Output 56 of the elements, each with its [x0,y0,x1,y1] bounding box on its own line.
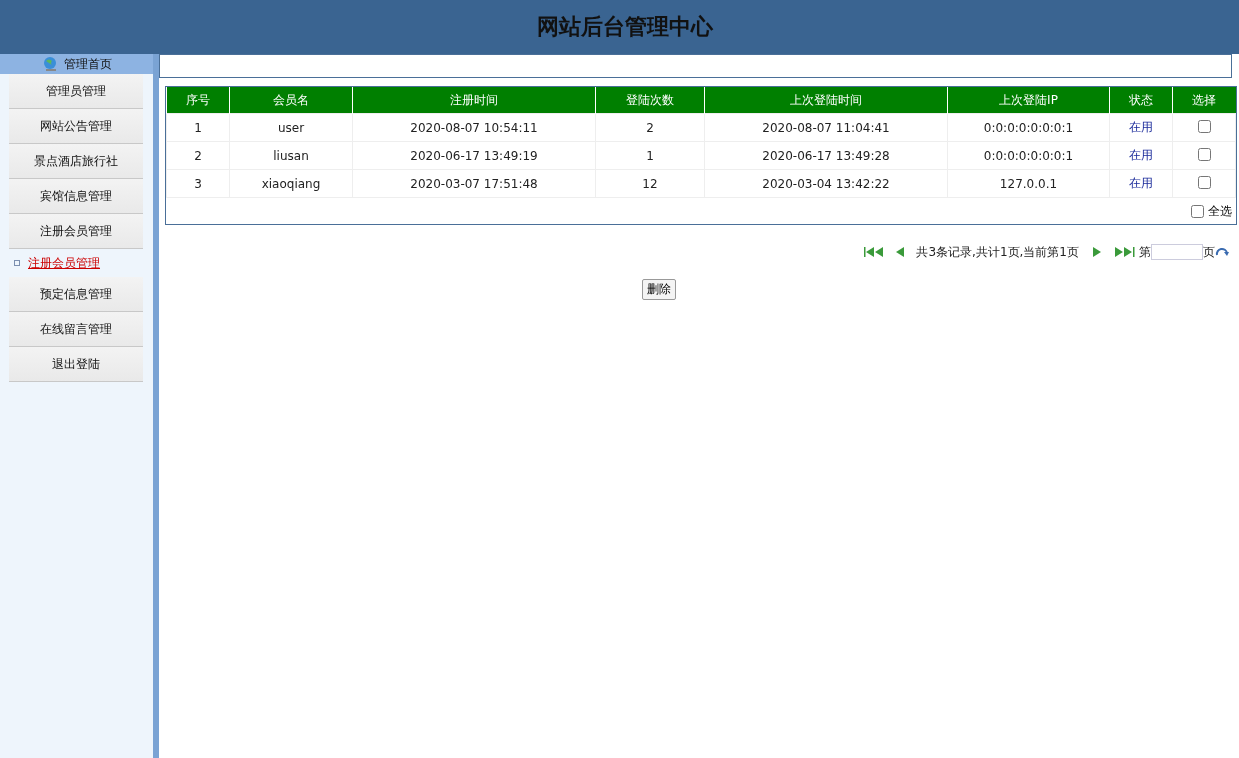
next-page-icon[interactable] [1093,247,1101,257]
table-cell: 0:0:0:0:0:0:0:1 [947,113,1110,142]
sidebar-item[interactable]: 在线留言管理 [9,312,143,347]
table-cell: 2020-03-07 17:51:48 [352,169,596,198]
select-all-checkbox[interactable] [1191,204,1204,218]
page-prefix: 第 [1139,243,1151,261]
select-all-label: 全选 [1208,202,1232,220]
row-checkbox[interactable] [1197,175,1211,189]
table-cell: user [229,113,353,142]
column-header: 选择 [1172,87,1236,114]
home-link[interactable]: 管理首页 [0,54,153,74]
table-cell: 2020-06-17 13:49:28 [704,141,948,170]
delete-button[interactable]: 删除 [642,279,676,300]
status-cell: 在用 [1109,141,1173,170]
status-cell: 在用 [1109,113,1173,142]
sidebar-sublink[interactable]: 注册会员管理 [28,254,100,272]
first-page-icon[interactable] [864,247,885,257]
refresh-icon[interactable] [1215,246,1229,258]
column-header: 登陆次数 [595,87,705,114]
table-cell: 1 [595,141,705,170]
sidebar-item[interactable]: 管理员管理 [9,74,143,109]
table-cell: 3 [166,169,230,198]
column-header: 上次登陆时间 [704,87,948,114]
table-cell: 1 [166,113,230,142]
pagination-summary: 共3条记录,共计1页,当前第1页 [916,243,1079,261]
page-suffix: 页 [1203,243,1215,261]
page-number-field[interactable] [1151,244,1203,260]
column-header: 上次登陆IP [947,87,1110,114]
table-cell: 2020-08-07 11:04:41 [704,113,948,142]
row-checkbox[interactable] [1197,147,1211,161]
table-cell: 2 [166,141,230,170]
site-title: 网站后台管理中心 [535,13,713,41]
table-cell: 2020-03-04 13:42:22 [704,169,948,198]
sidebar-item[interactable]: 宾馆信息管理 [9,179,143,214]
sidebar-item[interactable]: 景点酒店旅行社 [9,144,143,179]
row-checkbox[interactable] [1197,119,1211,133]
status-cell: 在用 [1109,169,1173,198]
table-cell: xiaoqiang [229,169,353,198]
previous-page-icon[interactable] [896,247,905,257]
column-header: 注册时间 [352,87,596,114]
column-header: 序号 [166,87,230,114]
sidebar-item[interactable]: 注册会员管理 [9,214,143,249]
table-cell: 2020-08-07 10:54:11 [352,113,596,142]
column-header: 状态 [1109,87,1173,114]
table-cell: 2020-06-17 13:49:19 [352,141,596,170]
table-cell: 0:0:0:0:0:0:0:1 [947,141,1110,170]
sidebar-item[interactable]: 网站公告管理 [9,109,143,144]
last-page-icon[interactable] [1115,247,1135,257]
table-cell: liusan [229,141,353,170]
table-cell: 2 [595,113,705,142]
table-cell: 12 [595,169,705,198]
table-cell: 127.0.0.1 [947,169,1110,198]
sidebar-item[interactable]: 预定信息管理 [9,277,143,312]
bullet-icon [14,260,20,266]
sidebar-item[interactable]: 退出登陆 [9,347,143,382]
column-header: 会员名 [229,87,353,114]
